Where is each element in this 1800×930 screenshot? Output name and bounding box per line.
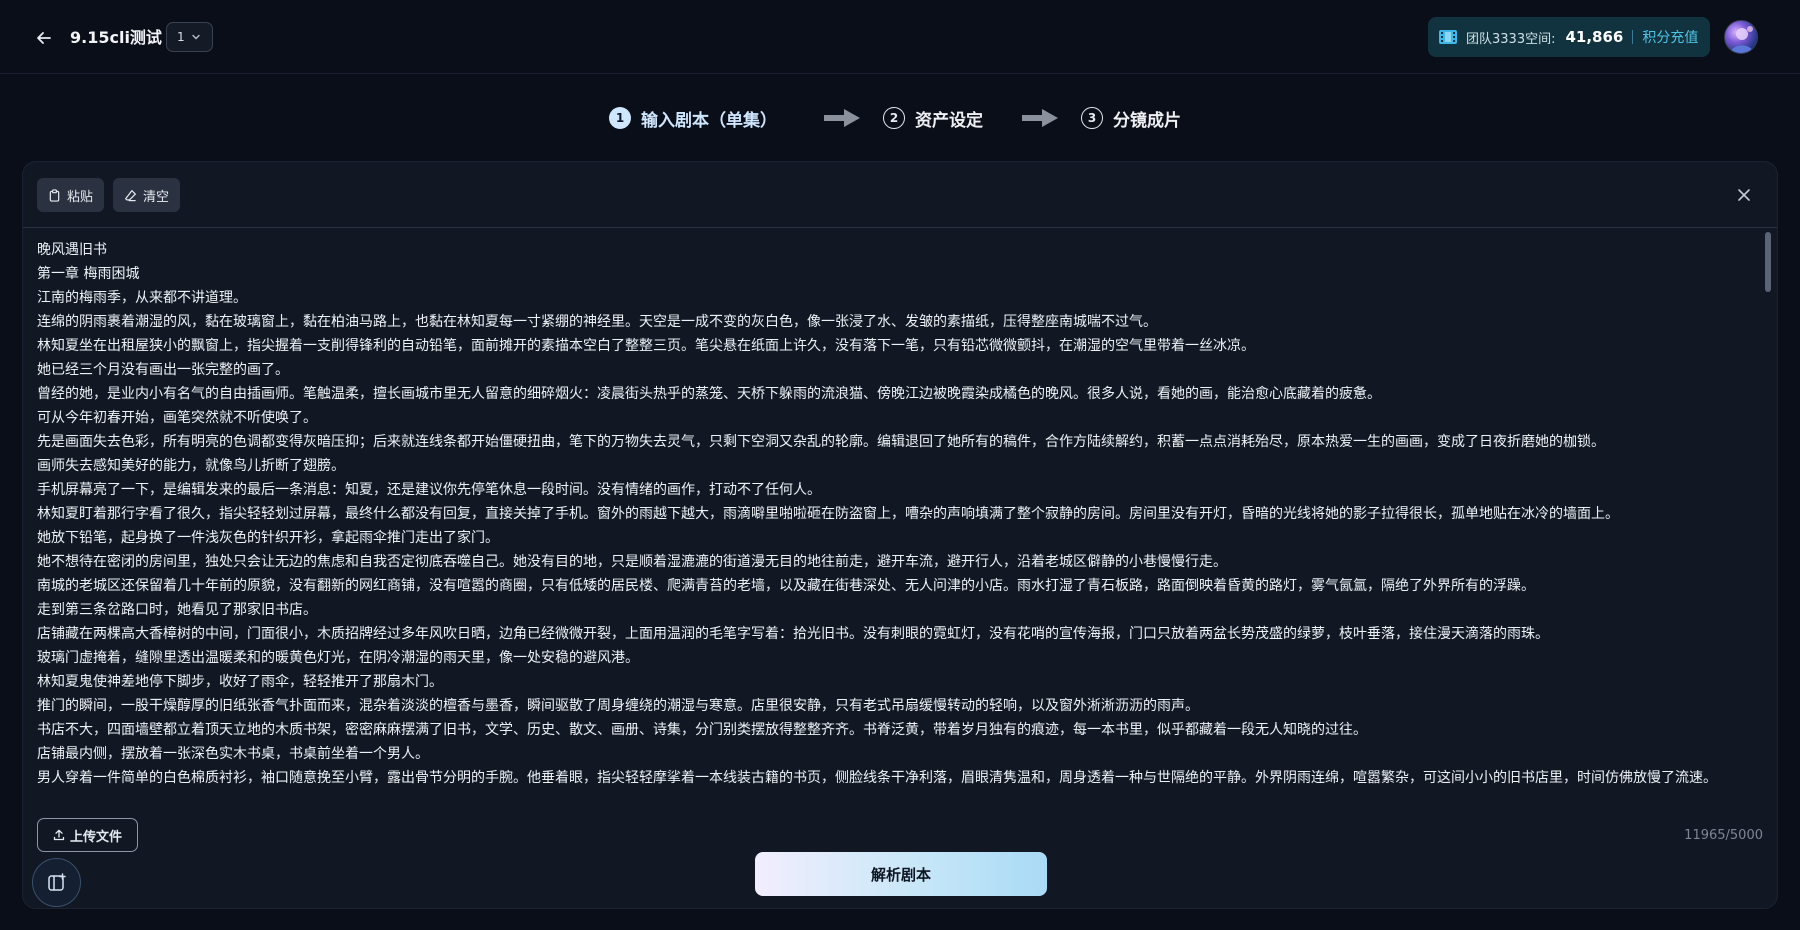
script-line: 男人穿着一件简单的白色棉质衬衫，袖口随意挽至小臂，露出骨节分明的手腕。他垂着眼，… [37,770,1717,786]
clear-button[interactable]: 清空 [113,178,181,212]
paste-button[interactable]: 粘贴 [37,178,105,212]
script-line: 她不想待在密闭的房间里，独处只会让无边的焦虑和自我否定彻底吞噬自己。她没有目的地… [37,554,1227,570]
arrow-left-icon [37,32,51,44]
project-title: 9.15cli测试 [70,28,162,47]
step-label: 输入剧本（单集） [641,110,777,131]
script-line: 先是画面失去色彩，所有明亮的色调都变得灰暗压抑；后来就连线条都开始僵硬扭曲，笔下… [37,434,1605,450]
editor-toolbar: 粘贴 清空 [23,162,1777,228]
script-line: 走到第三条岔路口时，她看见了那家旧书店。 [37,602,317,618]
upload-icon [53,829,65,841]
upload-label: 上传文件 [69,829,122,845]
clear-label: 清空 [143,189,170,205]
script-line: 第一章 梅雨困城 [37,266,140,282]
film-icon [1439,30,1457,44]
paste-label: 粘贴 [67,189,94,205]
character-count: 11965/5000 [1684,828,1763,843]
team-label: 团队3333空间: [1466,31,1556,47]
close-button[interactable] [1729,180,1759,210]
step-asset-settings[interactable]: 2 资产设定 [883,100,983,136]
script-editor-card: 粘贴 清空 晚风遇旧书 第一章 梅雨困城 江南的梅雨季，从来都不讲道理。 连绵的… [22,161,1778,909]
parse-script-button[interactable]: 解析剧本 [755,852,1047,896]
progress-stepper: 1 输入剧本（单集） 2 资产设定 3 分镜成片 [0,100,1800,136]
top-header: 9.15cli测试 1 团队3333空间: 41,866 积分充值 [0,0,1800,74]
credits-panel: 团队3333空间: 41,866 积分充值 [1428,17,1710,57]
credit-balance: 41,866 [1565,28,1624,46]
sidebar-add-icon [47,872,66,891]
step-arrow-icon [1022,109,1058,127]
script-textarea[interactable]: 晚风遇旧书 第一章 梅雨困城 江南的梅雨季，从来都不讲道理。 连绵的阴雨裹着潮湿… [37,238,1767,818]
avatar-image [1730,26,1754,53]
script-line: 江南的梅雨季，从来都不讲道理。 [37,290,247,306]
step-label: 分镜成片 [1113,110,1181,131]
clipboard-icon [49,188,60,202]
version-value: 1 [177,30,185,44]
script-line: 林知夏盯着那行字看了很久，指尖轻轻划过屏幕，最终什么都没有回复，直接关掉了手机。… [37,506,1619,522]
script-line: 手机屏幕亮了一下，是编辑发来的最后一条消息：知夏，还是建议你先停笔休息一段时间。… [37,482,821,498]
scrollbar-thumb[interactable] [1765,232,1771,292]
script-line: 南城的老城区还保留着几十年前的原貌，没有翻新的网红商铺，没有喧嚣的商圈，只有低矮… [37,578,1535,594]
script-line: 林知夏坐在出租屋狭小的飘窗上，指尖握着一支削得锋利的自动铅笔，面前摊开的素描本空… [37,338,1255,354]
step-number: 1 [609,107,631,129]
script-line: 她放下铅笔，起身换了一件浅灰色的针织开衫，拿起雨伞推门走出了家门。 [37,530,499,546]
script-line: 店铺藏在两棵高大香樟树的中间，门面很小，木质招牌经过多年风吹日晒，边角已经微微开… [37,626,1549,642]
credit-divider [1632,30,1634,44]
step-number: 2 [883,107,905,129]
script-line: 连绵的阴雨裹着潮湿的风，黏在玻璃窗上，黏在柏油马路上，也黏在林知夏每一寸紧绷的神… [37,314,1157,330]
script-line: 晚风遇旧书 [37,242,107,258]
user-avatar[interactable] [1724,20,1758,54]
upload-file-button[interactable]: 上传文件 [37,818,138,852]
script-line: 店铺最内侧，摆放着一张深色实木书桌，书桌前坐着一个男人。 [37,746,429,762]
script-line: 她已经三个月没有画出一张完整的画了。 [37,362,289,378]
step-storyboard[interactable]: 3 分镜成片 [1081,100,1181,136]
script-line: 林知夏鬼使神差地停下脚步，收好了雨伞，轻轻推开了那扇木门。 [37,674,443,690]
script-line: 推门的瞬间，一股干燥醇厚的旧纸张香气扑面而来，混杂着淡淡的檀香与墨香，瞬间驱散了… [37,698,1199,714]
script-line: 可从今年初春开始，画笔突然就不听使唤了。 [37,410,317,426]
step-arrow-icon [824,109,860,127]
version-select[interactable]: 1 [166,22,213,52]
close-icon [1738,189,1750,201]
step-label: 资产设定 [915,110,983,131]
step-number: 3 [1081,107,1103,129]
floating-sidebar-button[interactable] [32,858,81,907]
eraser-icon [125,189,136,201]
recharge-link[interactable]: 积分充值 [1642,27,1698,47]
script-line: 曾经的她，是业内小有名气的自由插画师。笔触温柔，擅长画城市里无人留意的细碎烟火：… [37,386,1381,402]
script-line: 画师失去感知美好的能力，就像鸟儿折断了翅膀。 [37,458,345,474]
script-line: 书店不大，四面墙壁都立着顶天立地的木质书架，密密麻麻摆满了旧书，文学、历史、散文… [37,722,1367,738]
script-line: 玻璃门虚掩着，缝隙里透出温暖柔和的暖黄色灯光，在阴冷潮湿的雨天里，像一处安稳的避… [37,650,639,666]
chevron-down-icon [191,34,200,40]
step-input-script[interactable]: 1 输入剧本（单集） [609,100,777,136]
back-button[interactable] [30,24,58,52]
script-scrollbar[interactable] [1763,228,1771,818]
